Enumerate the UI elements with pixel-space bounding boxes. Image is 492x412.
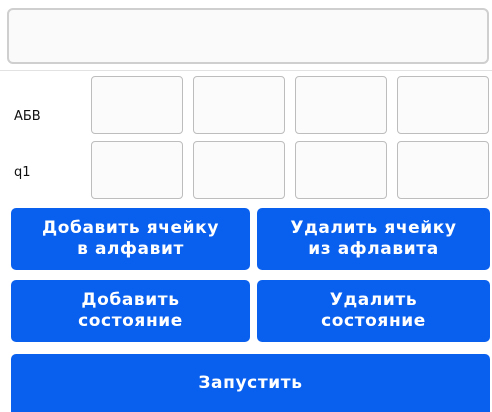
state-row-label: q1 [14,165,31,180]
add-state-button-label-line2: состояние [78,311,183,331]
state-cell[interactable] [91,141,183,199]
run-button-label: Запустить [198,372,303,393]
alphabet-cell[interactable] [193,76,285,134]
state-cell[interactable] [397,141,489,199]
add-cell-button-label-line1: Добавить ячейку [42,218,219,238]
remove-state-button-label-line1: Удалить [329,290,418,310]
run-button[interactable]: Запустить [11,354,490,412]
remove-cell-button-label-line1: Удалить ячейку [290,218,457,238]
tape-input[interactable] [7,8,489,64]
state-cell[interactable] [295,141,387,199]
transition-table: АБВ q1 [0,70,492,205]
remove-cell-button-label-line2: из афлавита [308,239,439,259]
add-state-button[interactable]: Добавить состояние [11,280,250,342]
alphabet-cell[interactable] [91,76,183,134]
remove-state-button-label-line2: состояние [321,311,426,331]
state-cell[interactable] [193,141,285,199]
remove-state-button[interactable]: Удалить состояние [257,280,490,342]
add-state-button-label-line1: Добавить [81,290,180,310]
alphabet-cell[interactable] [295,76,387,134]
alphabet-cell[interactable] [397,76,489,134]
remove-cell-from-alphabet-button[interactable]: Удалить ячейку из афлавита [257,208,490,270]
add-cell-to-alphabet-button[interactable]: Добавить ячейку в алфавит [11,208,250,270]
alphabet-row-label: АБВ [14,109,41,124]
add-cell-button-label-line2: в алфавит [77,239,184,259]
